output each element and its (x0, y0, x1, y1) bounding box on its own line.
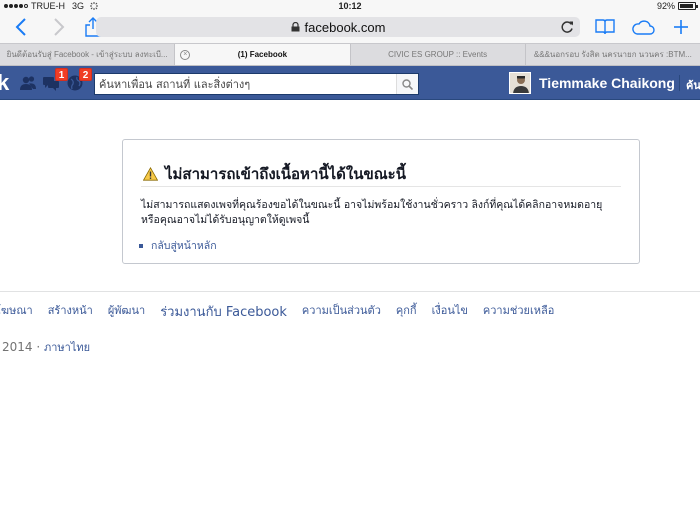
battery-percent: 92% (656, 1, 675, 11)
search-box (94, 73, 419, 95)
footer-link-developers[interactable]: ผู้พัฒนา (108, 301, 145, 322)
tab-title: &&&นอกรอบ รังสิต นครนายก นวนคร :BTM... (533, 50, 692, 59)
close-tab-icon[interactable]: × (180, 50, 191, 60)
error-heading: ไม่สามารถเข้าถึงเนื้อหานี้ได้ในขณะนี้ (143, 162, 406, 186)
footer-link-terms[interactable]: เงื่อนไข (432, 301, 468, 322)
clock: 10:12 (338, 1, 362, 11)
bookmarks-icon (595, 19, 615, 35)
battery-icon (678, 2, 698, 10)
divider (141, 186, 621, 187)
error-panel: ไม่สามารถเข้าถึงเนื้อหานี้ได้ในขณะนี้ ไม… (122, 139, 640, 264)
back-icon (15, 18, 26, 36)
error-title: ไม่สามารถเข้าถึงเนื้อหานี้ได้ในขณะนี้ (165, 165, 406, 183)
address-bar[interactable]: facebook.com (96, 17, 580, 37)
footer-link-careers[interactable]: ร่วมงานกับ Facebook (160, 301, 287, 322)
facebook-header: k 1 2 Tiemmake Chaikong ค้น (0, 66, 700, 100)
friend-requests-icon (20, 76, 36, 90)
reload-icon[interactable] (560, 20, 574, 34)
status-bar: TRUE-H 3G 10:12 92% (0, 0, 700, 12)
bullet-icon (139, 243, 143, 248)
browser-tab-btm[interactable]: &&&นอกรอบ รังสิต นครนายก นวนคร :BTM... (526, 44, 700, 65)
back-home-link[interactable]: กลับสู่หน้าหลัก (139, 237, 217, 254)
cloud-tabs-button[interactable] (630, 15, 656, 39)
back-button[interactable] (8, 15, 34, 39)
facebook-logo[interactable]: k (0, 70, 9, 96)
language-link[interactable]: ภาษาไทย (44, 341, 90, 354)
footer-link-advertising[interactable]: โฆษณา (0, 301, 33, 322)
copyright-text: 2014 · (2, 340, 41, 354)
notifications-badge: 2 (79, 68, 92, 81)
forward-icon (54, 18, 65, 36)
footer-link-cookies[interactable]: คุกกี้ (396, 301, 417, 322)
browser-tab-facebook-login[interactable]: ยินดีต้อนรับสู่ Facebook - เข้าสู่ระบบ ล… (0, 44, 176, 65)
footer-nav: โฆษณา สร้างหน้า ผู้พัฒนา ร่วมงานกับ Face… (0, 301, 554, 322)
footer-link-help[interactable]: ความช่วยเหลือ (483, 301, 554, 322)
error-message: ไม่สามารถแสดงเพจที่คุณร้องขอได้ในขณะนี้ … (141, 199, 603, 226)
back-home-label: กลับสู่หน้าหลัก (151, 240, 217, 252)
tab-title: ยินดีต้อนรับสู่ Facebook - เข้าสู่ระบบ ล… (6, 50, 168, 59)
copyright: 2014 · ภาษาไทย (2, 338, 90, 356)
avatar (509, 72, 531, 94)
footer-divider (0, 291, 700, 292)
browser-toolbar: facebook.com (0, 12, 700, 43)
browser-tab-civic-events[interactable]: CIVIC ES GROUP :: Events (351, 44, 526, 65)
search-icon (402, 78, 413, 90)
new-tab-button[interactable] (668, 15, 694, 39)
profile-link[interactable]: Tiemmake Chaikong (509, 72, 675, 94)
url-text: facebook.com (304, 19, 386, 35)
battery-status: 92% (656, 1, 698, 11)
notifications-button[interactable]: 2 (66, 68, 92, 92)
user-name: Tiemmake Chaikong (539, 75, 675, 91)
search-input[interactable] (95, 74, 396, 94)
warning-icon (143, 167, 158, 181)
bookmarks-button[interactable] (592, 15, 618, 39)
search-button[interactable] (396, 74, 418, 94)
header-divider (679, 75, 680, 91)
home-link[interactable]: ค้น (686, 76, 700, 94)
new-tab-icon (674, 20, 688, 34)
tab-strip: ยินดีต้อนรับสู่ Facebook - เข้าสู่ระบบ ล… (0, 43, 700, 66)
footer-link-privacy[interactable]: ความเป็นส่วนตัว (302, 301, 381, 322)
cloud-tabs-icon (632, 20, 655, 35)
messages-button[interactable]: 1 (42, 68, 68, 92)
browser-tab-facebook[interactable]: × (1) Facebook (175, 44, 351, 65)
footer-link-create-page[interactable]: สร้างหน้า (48, 301, 93, 322)
lock-icon (291, 22, 300, 32)
tab-title: CIVIC ES GROUP :: Events (388, 50, 488, 59)
friend-requests-button[interactable] (19, 74, 37, 92)
tab-title: (1) Facebook (237, 50, 288, 59)
forward-button[interactable] (46, 15, 72, 39)
